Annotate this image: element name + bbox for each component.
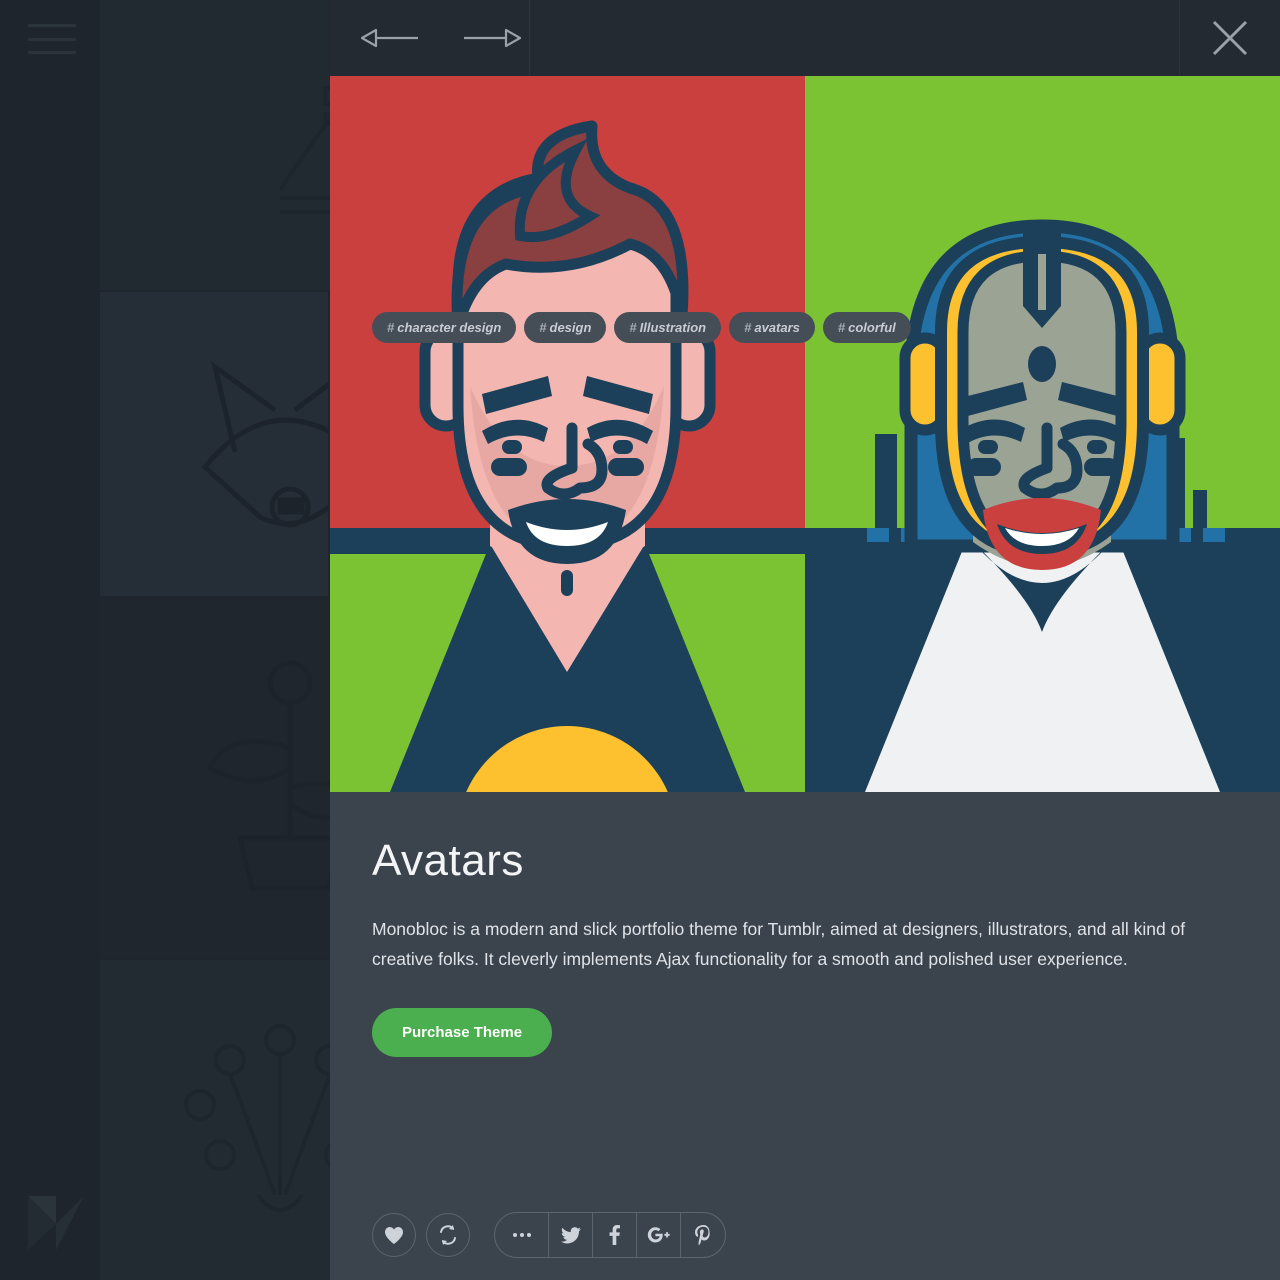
share-pinterest-button[interactable] [681,1213,725,1257]
share-twitter-button[interactable] [549,1213,593,1257]
tag-label: colorful [848,320,896,335]
avatar-male [330,76,805,792]
heart-icon [385,1226,403,1244]
hash-symbol: # [387,320,395,335]
hash-symbol: # [744,320,752,335]
tag-item[interactable]: # character design [372,312,517,343]
lightbox-image[interactable] [330,76,1280,792]
lightbox-modal: Avatars Monobloc is a modern and slick p… [330,0,1280,1280]
like-button[interactable] [372,1213,416,1257]
description-text: Monobloc is a modern and slick portfolio… [372,919,1186,970]
google-plus-icon [647,1227,670,1243]
hamburger-menu-icon[interactable] [28,24,76,54]
tag-item[interactable]: # avatars [729,312,815,343]
tag-label: Illustration [639,320,707,335]
twitter-icon [560,1226,581,1243]
tag-label: avatars [754,320,800,335]
grid-thumbnail-fox[interactable] [100,292,328,596]
avatar-female [805,76,1280,792]
fox-illustration [201,361,328,528]
facebook-icon [609,1225,620,1245]
lightbox-info-panel: Avatars Monobloc is a modern and slick p… [330,792,1280,1280]
tag-item[interactable]: # design [524,312,607,343]
hamburger-line [28,51,76,54]
purchase-theme-button[interactable]: Purchase Theme [372,1008,553,1058]
page-title: Avatars [372,836,524,885]
avatar-male-illustration [330,76,805,792]
tag-label: design [549,320,592,335]
share-facebook-button[interactable] [593,1213,637,1257]
hash-symbol: # [837,320,846,335]
hamburger-line [28,37,76,41]
lightbox-nav-group [330,0,530,76]
hamburger-line [28,24,76,27]
arrow-left-icon[interactable] [360,25,422,51]
tag-item[interactable]: # colorful [822,312,911,343]
tag-item[interactable]: # Illustration [614,312,722,343]
reblog-button[interactable] [426,1213,470,1257]
header-spacer [530,0,1180,76]
ellipsis-icon [512,1233,531,1237]
lightbox-header [330,0,1280,76]
close-icon [1212,20,1248,56]
reblog-icon [440,1225,456,1245]
monobloc-m-logo[interactable] [22,1188,92,1258]
pinterest-icon [694,1224,710,1245]
hash-symbol: # [629,320,637,335]
tag-list: # character design # design # Illustration … [372,312,911,343]
hash-symbol: # [539,320,547,335]
share-googleplus-button[interactable] [637,1213,681,1257]
arrow-right-icon[interactable] [460,25,522,51]
avatar-female-illustration [805,76,1280,792]
action-bar [372,1212,726,1258]
tag-label: character design [397,320,502,335]
more-options-button[interactable] [495,1213,549,1257]
share-button-group [494,1212,726,1258]
close-button[interactable] [1180,0,1280,76]
